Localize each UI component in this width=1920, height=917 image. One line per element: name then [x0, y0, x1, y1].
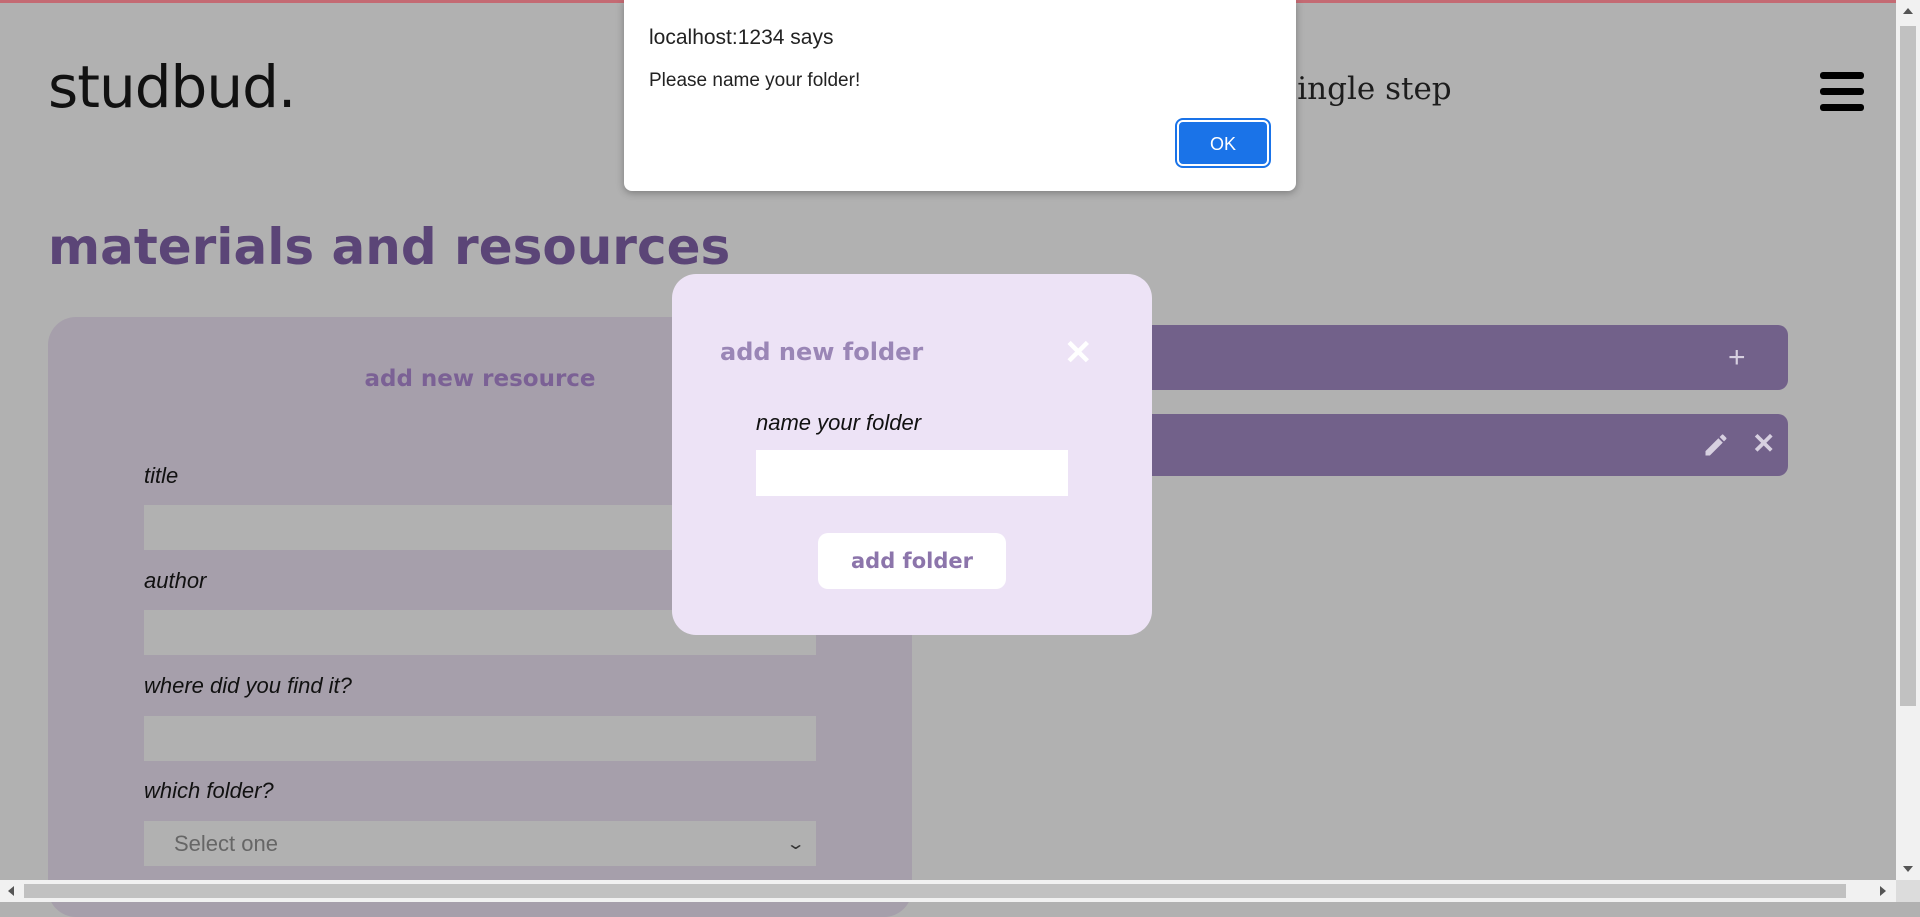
horizontal-scrollbar[interactable] [0, 880, 1896, 902]
alert-message: Please name your folder! [649, 70, 861, 91]
source-label: where did you find it? [144, 673, 352, 698]
pencil-icon[interactable] [1702, 431, 1730, 463]
add-folder-button[interactable]: add folder [818, 533, 1006, 589]
chevron-down-icon: ⌄ [785, 835, 806, 853]
page-title: materials and resources [48, 218, 731, 276]
add-folder-modal: add new folder ✕ name your folder add fo… [672, 274, 1152, 635]
scroll-up-icon[interactable] [1903, 8, 1913, 14]
folder-select-value: Select one [174, 830, 278, 856]
scroll-right-icon[interactable] [1880, 886, 1886, 896]
scrollbar-corner [1896, 880, 1920, 902]
modal-title: add new folder [720, 338, 924, 366]
hamburger-line [1820, 72, 1864, 79]
vertical-scrollbar[interactable] [1896, 0, 1920, 880]
plus-icon[interactable]: + [1728, 343, 1746, 373]
close-icon[interactable]: ✕ [1064, 336, 1093, 370]
hamburger-icon[interactable] [1820, 72, 1864, 114]
alert-title: localhost:1234 says [649, 26, 834, 49]
scroll-down-icon[interactable] [1903, 866, 1913, 872]
hamburger-line [1820, 104, 1864, 111]
close-icon[interactable]: ✕ [1752, 430, 1775, 458]
vertical-scroll-thumb[interactable] [1900, 26, 1916, 706]
folder-name-label: name your folder [756, 410, 922, 435]
folder-name-input[interactable] [756, 450, 1068, 496]
site-logo[interactable]: studbud. [48, 58, 296, 116]
folder-add-bar: + [1130, 325, 1788, 390]
alert-ok-button[interactable]: OK [1177, 120, 1269, 166]
horizontal-scroll-thumb[interactable] [24, 884, 1846, 898]
browser-alert-dialog: localhost:1234 says Please name your fol… [624, 0, 1296, 191]
hamburger-line [1820, 88, 1864, 95]
folder-select-label: which folder? [144, 778, 274, 803]
author-label: author [144, 568, 207, 593]
title-label: title [144, 463, 179, 488]
folder-item-bar[interactable]: ✕ [1130, 414, 1788, 476]
folder-select[interactable]: Select one ⌄ [144, 821, 816, 866]
source-input[interactable] [144, 716, 816, 761]
scroll-left-icon[interactable] [8, 886, 14, 896]
